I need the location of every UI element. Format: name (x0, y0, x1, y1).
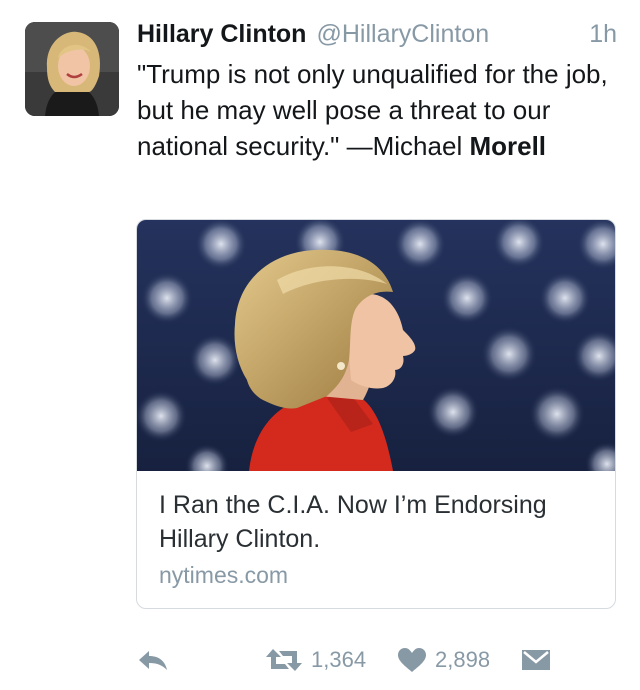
author-avatar[interactable] (25, 22, 119, 116)
like-count: 2,898 (435, 647, 491, 672)
reply-icon (139, 651, 167, 670)
author-handle[interactable]: @HillaryClinton (316, 20, 489, 49)
tweet-actions: 1,364 2,898 (137, 640, 617, 680)
author-name[interactable]: Hillary Clinton (137, 20, 306, 49)
like-button[interactable]: 2,898 (397, 640, 490, 680)
tweet-header: Hillary Clinton @HillaryClinton 1h (137, 20, 617, 54)
heart-icon (398, 648, 426, 672)
card-image (137, 220, 615, 471)
avatar-photo (25, 22, 119, 116)
direct-message-button[interactable] (521, 640, 551, 680)
tweet-text-bold: Morell (469, 131, 547, 161)
message-icon (522, 650, 550, 670)
card-title[interactable]: I Ran the C.I.A. Now I’m Endorsing Hilla… (159, 488, 599, 556)
tweet-text: "Trump is not only unqualified for the j… (137, 56, 615, 164)
retweet-icon (266, 649, 302, 671)
tweet-timestamp[interactable]: 1h (589, 20, 617, 49)
retweet-button[interactable]: 1,364 (265, 640, 366, 680)
link-card[interactable]: I Ran the C.I.A. Now I’m Endorsing Hilla… (136, 219, 616, 609)
retweet-count: 1,364 (311, 647, 367, 672)
card-domain[interactable]: nytimes.com (159, 562, 288, 589)
reply-button[interactable] (137, 640, 169, 680)
